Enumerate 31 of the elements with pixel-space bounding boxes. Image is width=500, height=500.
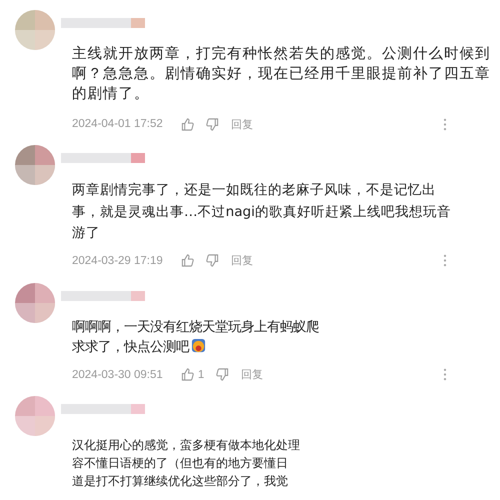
comment-text: 容不懂日语梗的了（但也有的地方要懂日 bbox=[72, 456, 288, 470]
thumbs-up-icon[interactable] bbox=[180, 118, 194, 130]
thumbs-down-icon[interactable] bbox=[216, 368, 230, 381]
comment-text: 求求了，快点公测吧 bbox=[72, 340, 189, 354]
reply-button[interactable]: 回复 bbox=[241, 367, 264, 382]
reply-button[interactable]: 回复 bbox=[230, 253, 253, 268]
comment-time: 2024-03-30 09:51 bbox=[72, 368, 163, 380]
more-icon[interactable] bbox=[443, 118, 447, 130]
comment-text: 两章剧情完事了，还是一如既往的老麻子风味，不是记忆出 bbox=[72, 182, 436, 198]
comment-text: 游了 bbox=[72, 225, 100, 241]
thumbs-down-icon[interactable] bbox=[206, 118, 219, 130]
blurred-avatar bbox=[15, 145, 55, 185]
reply-button[interactable]: 回复 bbox=[230, 116, 253, 132]
comment-text: 道是打不打算继续优化这些部分了，我觉 bbox=[72, 474, 288, 488]
comment-time: 2024-04-01 17:52 bbox=[72, 118, 163, 130]
more-icon[interactable] bbox=[443, 368, 447, 381]
blurred-avatar bbox=[15, 282, 55, 322]
comment-text: 汉化挺用心的感觉，蛮多梗有做本地化处理 bbox=[72, 438, 300, 452]
comment-time: 2024-03-29 17:19 bbox=[72, 254, 163, 266]
blurred-avatar bbox=[15, 10, 55, 50]
thumbs-up-icon[interactable] bbox=[180, 368, 194, 381]
comment-text: 啊？急急急。剧情确实好，现在已经用千里眼提前补了四五章 bbox=[72, 66, 490, 82]
comment-text: 的剧情了。 bbox=[72, 86, 150, 102]
comment-text: 主线就开放两章，打完有种怅然若失的感觉。公测什么时候到 bbox=[72, 46, 490, 62]
like-count: 1 bbox=[198, 368, 204, 380]
comment-text: 啊啊啊，一天没有红烧天堂玩身上有蚂蚁爬 bbox=[72, 320, 319, 334]
thumbs-down-icon[interactable] bbox=[206, 254, 219, 267]
blurred-avatar bbox=[15, 396, 55, 436]
more-icon[interactable] bbox=[443, 254, 447, 267]
thumbs-up-icon[interactable] bbox=[180, 254, 194, 267]
comment-text: 事，就是灵魂出事…不过nagi的歌真好听赶紧上线吧我想玩音 bbox=[72, 204, 451, 220]
